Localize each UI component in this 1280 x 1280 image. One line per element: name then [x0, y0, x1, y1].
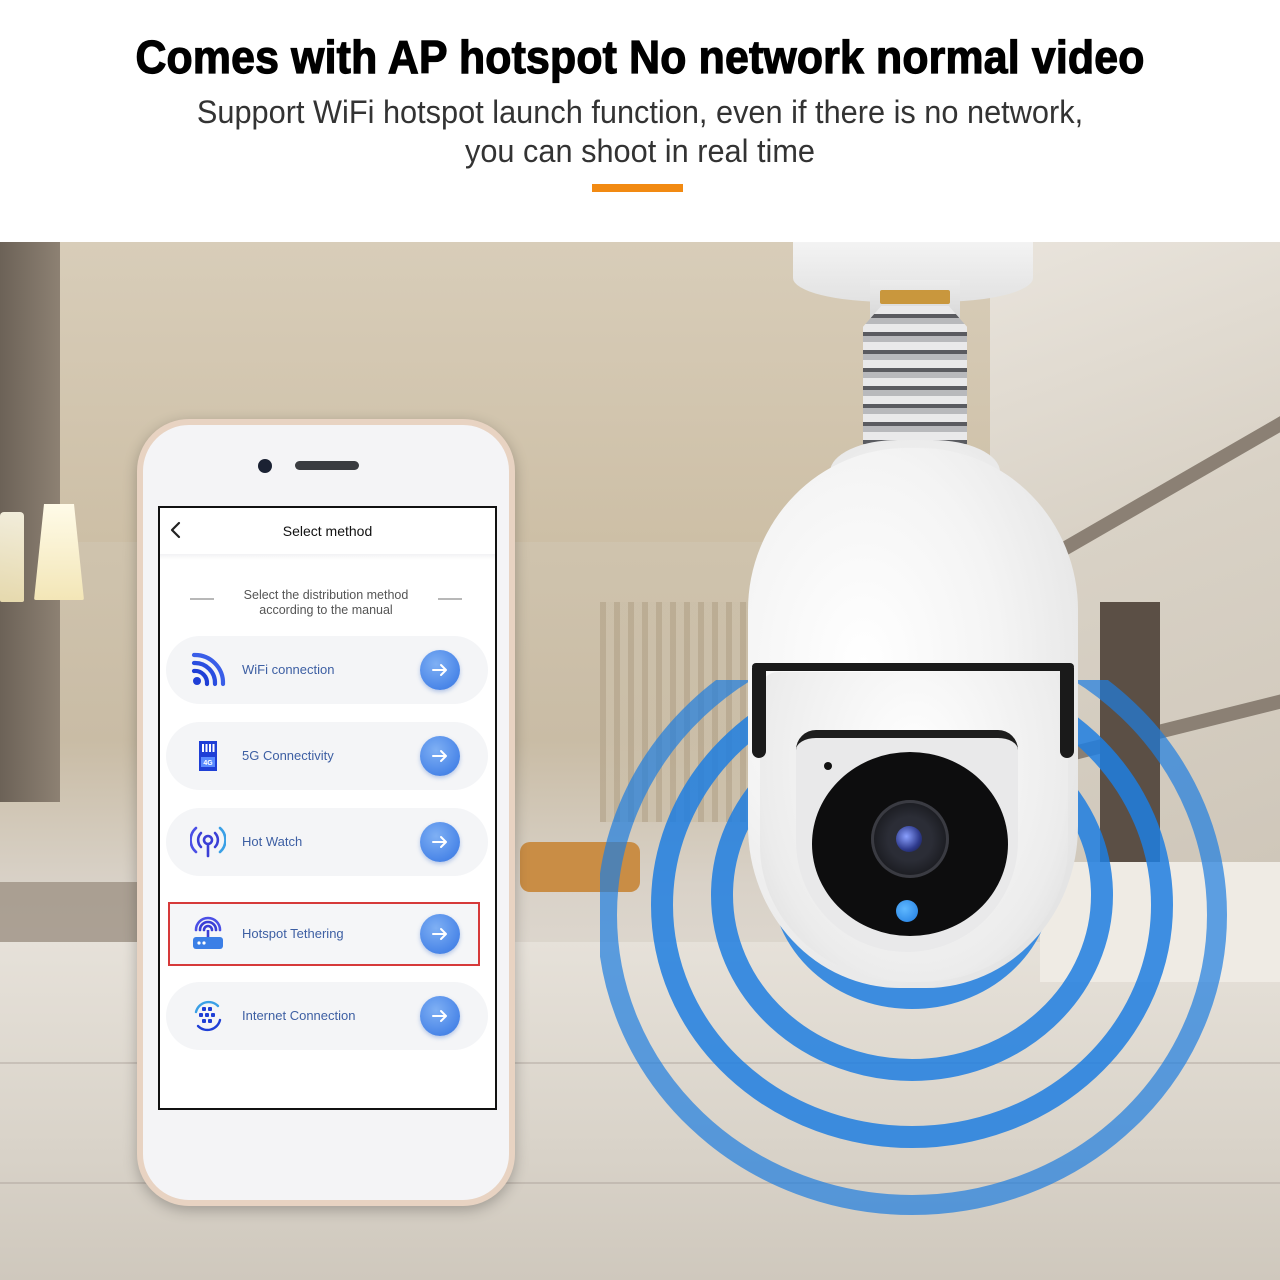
head-trim [1060, 668, 1074, 758]
wifi-icon [191, 652, 226, 687]
header-banner: Comes with AP hotspot No network normal … [0, 0, 1280, 242]
svg-text:4G: 4G [203, 760, 213, 767]
globe-sync-icon [194, 1000, 222, 1032]
arrow-right-button[interactable] [420, 996, 460, 1036]
option-wifi-connection[interactable]: WiFi connection [166, 636, 488, 704]
hint-dash-right [438, 598, 462, 600]
app-screen: Select method Select the distribution me… [158, 506, 497, 1110]
option-label: 5G Connectivity [242, 748, 334, 763]
option-hot-watch[interactable]: Hot Watch [166, 808, 488, 876]
hint-dash-left [190, 598, 214, 600]
microphone-hole [824, 762, 832, 770]
option-label: Hotspot Tethering [242, 926, 344, 941]
socket-contact [880, 290, 950, 304]
wall-lamp [0, 512, 24, 602]
option-hotspot-tethering[interactable]: Hotspot Tethering [168, 902, 480, 966]
option-5g-connectivity[interactable]: 4G 5G Connectivity [166, 722, 488, 790]
e27-screw-base [863, 306, 967, 454]
sim-card-4g-icon: 4G [199, 741, 217, 771]
arrow-right-icon [432, 928, 447, 940]
instruction-text: Select the distribution method according… [220, 588, 432, 618]
headline: Comes with AP hotspot No network normal … [135, 30, 1145, 83]
subtitle-line-2: you can shoot in real time [464, 133, 816, 169]
instruction-line-2: according to the manual [259, 603, 393, 617]
arrow-right-button[interactable] [420, 914, 460, 954]
rotation-seam [752, 663, 1074, 671]
router-hotspot-icon [193, 916, 223, 949]
arrow-right-icon [432, 836, 447, 848]
accent-divider [592, 184, 683, 192]
arrow-right-icon [432, 1010, 447, 1022]
option-label: Internet Connection [242, 1008, 356, 1023]
navbar-divider [160, 554, 495, 560]
page-title: Select method [282, 523, 373, 539]
arrow-right-button[interactable] [420, 822, 460, 862]
front-camera-icon [258, 459, 272, 473]
app-navbar: Select method [160, 508, 495, 554]
arrow-right-button[interactable] [420, 650, 460, 690]
earpiece-speaker [295, 461, 359, 470]
option-label: WiFi connection [242, 662, 335, 677]
arrow-right-icon [432, 664, 447, 676]
option-label: Hot Watch [242, 834, 303, 849]
signal-broadcast-icon [190, 826, 226, 858]
subtitle-line-1: Support WiFi hotspot launch function, ev… [196, 94, 1084, 130]
head-trim [752, 668, 766, 758]
option-internet-connection[interactable]: Internet Connection [166, 982, 488, 1050]
arrow-right-icon [432, 750, 447, 762]
lens-glass [896, 826, 922, 852]
arrow-right-button[interactable] [420, 736, 460, 776]
instruction-line-1: Select the distribution method [243, 588, 409, 602]
status-led [896, 900, 918, 922]
